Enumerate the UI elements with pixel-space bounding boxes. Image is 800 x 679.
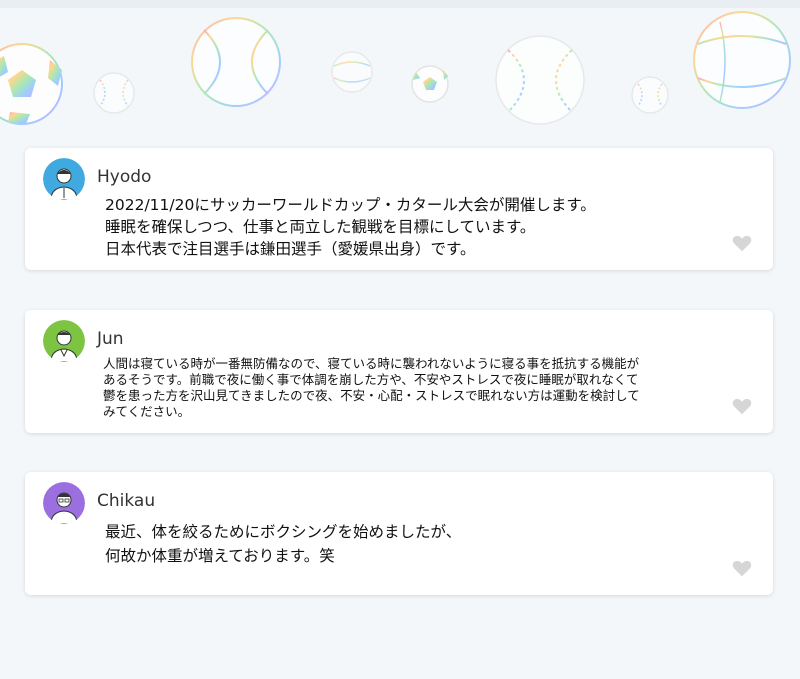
avatar[interactable]: [43, 158, 85, 200]
post-line: 睡眠を確保しつつ、仕事と両立した観戦を目標にしています。: [105, 218, 536, 236]
post-body: 2022/11/20にサッカーワールドカップ・カタール大会が開催します。 睡眠を…: [105, 194, 713, 260]
post-line: みてください。: [103, 404, 191, 419]
post-line: 鬱を患った方を沢山見てきましたので夜、不安・心配・ストレスで眠れない方は運動を検…: [103, 388, 640, 403]
post-body: 最近、体を絞るためにボクシングを始めましたが、 何故か体重が増えております。笑: [105, 520, 713, 568]
person-icon: [43, 320, 85, 362]
post-line: 人間は寝ている時が一番無防備なので、寝ている時に襲われないように寝る事を抵抗する…: [103, 356, 640, 371]
post-username[interactable]: Jun: [97, 329, 124, 349]
post-line: あるそうです。前職で夜に働く事で体調を崩した方や、不安やストレスで夜に睡眠が取れ…: [103, 372, 639, 387]
volleyball-small-icon: [331, 51, 373, 93]
heart-icon[interactable]: [731, 557, 753, 579]
person-icon: [43, 482, 85, 524]
post-line: 何故か体重が増えております。笑: [105, 547, 335, 565]
post-body: 人間は寝ている時が一番無防備なので、寝ている時に襲われないように寝る事を抵抗する…: [103, 356, 705, 420]
avatar[interactable]: [43, 320, 85, 362]
avatar[interactable]: [43, 482, 85, 524]
post-line: 2022/11/20にサッカーワールドカップ・カタール大会が開催します。: [105, 196, 596, 214]
post-username[interactable]: Hyodo: [97, 167, 151, 187]
baseball-icon: [93, 72, 135, 114]
baseball-tiny-icon: [631, 76, 669, 114]
soccer-ball-small-icon: [411, 65, 449, 103]
soccer-ball-icon: [0, 43, 63, 125]
heart-icon[interactable]: [731, 395, 753, 417]
post-card: Jun 人間は寝ている時が一番無防備なので、寝ている時に襲われないように寝る事を…: [25, 310, 773, 433]
baseball-large-icon: [495, 35, 585, 125]
post-line: 日本代表で注目選手は鎌田選手（愛媛県出身）です。: [105, 240, 476, 258]
basketball-icon: [191, 17, 281, 107]
volleyball-large-icon: [693, 11, 791, 109]
post-line: 最近、体を絞るためにボクシングを始めましたが、: [105, 523, 462, 541]
post-card: Chikau 最近、体を絞るためにボクシングを始めましたが、 何故か体重が増えて…: [25, 472, 773, 595]
heart-icon[interactable]: [731, 232, 753, 254]
post-card: Hyodo 2022/11/20にサッカーワールドカップ・カタール大会が開催しま…: [25, 148, 773, 270]
post-username[interactable]: Chikau: [97, 491, 155, 511]
person-icon: [43, 158, 85, 200]
sports-balls-banner: [0, 0, 800, 125]
